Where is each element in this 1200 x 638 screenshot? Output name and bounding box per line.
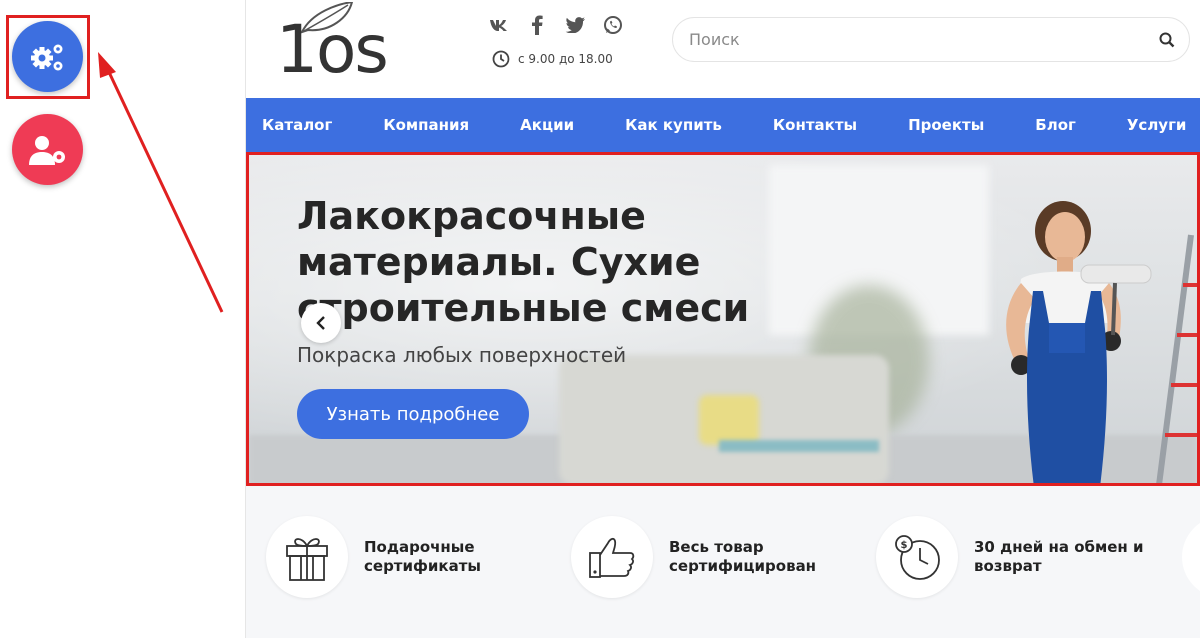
painter-worker-image: [1006, 201, 1197, 483]
hero-banner: Лакокрасочные материалы. Сухие строитель…: [246, 152, 1200, 486]
clock-money-icon: $: [895, 535, 940, 580]
gift-icon: [286, 538, 328, 581]
nav-item-company[interactable]: Компания: [383, 116, 469, 134]
nav-item-how-to-buy[interactable]: Как купить: [625, 116, 722, 134]
feature-label: 30 дней на обмен и возврат: [974, 538, 1144, 575]
user-gear-icon: [28, 135, 65, 165]
search-icon[interactable]: [1159, 32, 1175, 48]
feature-icon-circle: [266, 516, 348, 598]
feature-gift-certificates[interactable]: Подарочные сертификаты: [266, 516, 544, 598]
twitter-icon[interactable]: [564, 14, 586, 36]
whatsapp-icon[interactable]: [602, 14, 624, 36]
hero-title: Лакокрасочные материалы. Сухие строитель…: [297, 194, 750, 330]
nav-item-contacts[interactable]: Контакты: [773, 116, 857, 134]
feature-return-policy[interactable]: $ 30 дней на обмен и возврат: [876, 516, 1154, 598]
hero-subtitle: Покраска любых поверхностей: [297, 343, 627, 367]
facebook-icon[interactable]: [526, 14, 548, 36]
feature-certified-goods[interactable]: Весь товар сертифицирован: [571, 516, 849, 598]
feature-icon-circle: [571, 516, 653, 598]
highlight-frame: [6, 15, 90, 99]
clock-icon: [492, 50, 510, 68]
nav-item-services[interactable]: Услуги: [1127, 116, 1187, 134]
website-frame: 1os с 9.00 до 18.00 Поиск Каталог Компан…: [246, 0, 1200, 638]
user-settings-button[interactable]: [12, 114, 83, 185]
features-strip: Подарочные сертификаты Весь товар сертиф…: [246, 486, 1200, 638]
vk-icon[interactable]: [488, 14, 510, 36]
feature-label: Подарочные сертификаты: [364, 538, 481, 575]
main-navigation: Каталог Компания Акции Как купить Контак…: [246, 98, 1200, 152]
search-box: [672, 17, 1190, 62]
social-links: [488, 14, 624, 36]
search-input[interactable]: [689, 30, 1159, 49]
site-logo[interactable]: 1os: [260, 2, 389, 88]
feature-icon-circle: $: [876, 516, 958, 598]
nav-item-blog[interactable]: Блог: [1035, 116, 1076, 134]
feature-label: Весь товар сертифицирован: [669, 538, 817, 575]
logo-text: 1os: [276, 11, 389, 88]
working-hours: с 9.00 до 18.00: [492, 50, 613, 68]
slider-prev-button[interactable]: [301, 303, 341, 343]
svg-text:$: $: [901, 540, 908, 551]
hours-text: с 9.00 до 18.00: [518, 52, 613, 66]
feature-icon-circle-partial: [1182, 516, 1200, 598]
hero-bg-cushion: [699, 395, 759, 445]
learn-more-button[interactable]: Узнать подробнее: [297, 389, 529, 439]
nav-item-projects[interactable]: Проекты: [908, 116, 984, 134]
screen: 1os с 9.00 до 18.00 Поиск Каталог Компан…: [0, 0, 1200, 638]
chevron-left-icon: [316, 316, 325, 330]
nav-item-catalog[interactable]: Каталог: [262, 116, 332, 134]
site-header: 1os с 9.00 до 18.00 Поиск: [246, 0, 1200, 98]
nav-item-promotions[interactable]: Акции: [520, 116, 574, 134]
hero-bg-table: [719, 440, 879, 452]
thumbs-up-icon: [589, 537, 635, 578]
